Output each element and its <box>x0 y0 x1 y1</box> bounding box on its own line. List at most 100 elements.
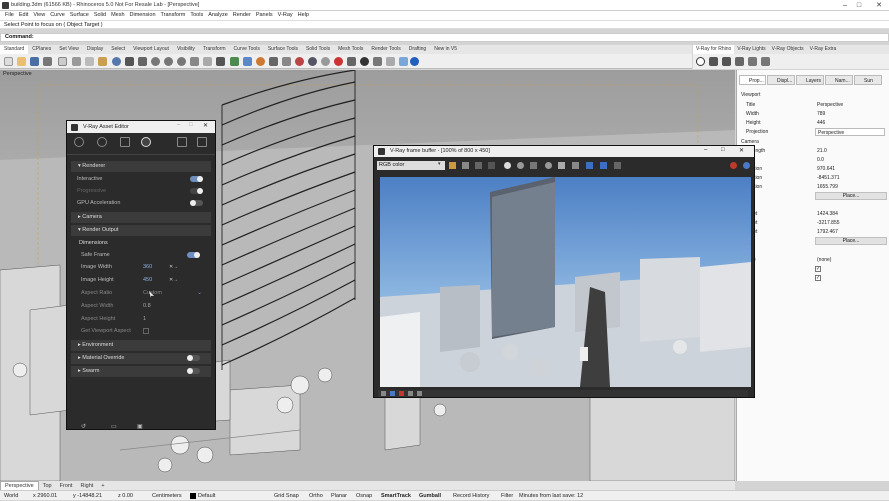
lock-icon[interactable] <box>282 57 291 66</box>
zoom-window-icon[interactable] <box>164 57 173 66</box>
track-mouse-icon[interactable] <box>600 162 607 169</box>
fb-tool-icon[interactable] <box>381 391 386 396</box>
menu-panels[interactable]: Panels <box>256 11 273 20</box>
vray-logo-icon[interactable] <box>696 57 705 66</box>
material-icon[interactable] <box>334 57 343 66</box>
tab-vray-extra[interactable]: V-Ray Extra <box>807 45 840 54</box>
display-mode-icon[interactable] <box>399 57 408 66</box>
zoom-icon[interactable] <box>151 57 160 66</box>
layer-icon[interactable] <box>230 57 239 66</box>
fb-tool-icon[interactable] <box>408 391 413 396</box>
show-checkbox[interactable]: ✓ <box>815 266 821 272</box>
render-interactive-icon[interactable] <box>177 137 187 147</box>
channel-dropdown[interactable]: RGB color <box>377 161 445 170</box>
geometry-icon[interactable] <box>120 137 130 147</box>
vray-frame-buffer-icon[interactable] <box>748 57 757 66</box>
tab-vray-objects[interactable]: V-Ray Objects <box>769 45 807 54</box>
menu-solid[interactable]: Solid <box>94 11 106 20</box>
channel-g-icon[interactable] <box>475 162 482 169</box>
open-settings-icon[interactable]: ▭ <box>111 423 117 430</box>
vray-asset-editor-icon[interactable] <box>709 57 718 66</box>
pan-icon[interactable] <box>558 162 565 169</box>
camera-place-button[interactable]: Place... <box>815 192 887 200</box>
tab-solid-tools[interactable]: Solid Tools <box>302 45 334 54</box>
print-icon[interactable] <box>43 57 52 66</box>
pan-icon[interactable] <box>125 57 134 66</box>
reset-icon[interactable]: ↺ <box>81 423 86 430</box>
render-region-icon[interactable] <box>586 162 593 169</box>
interactive-toggle[interactable] <box>190 176 203 182</box>
tab-cplanes[interactable]: CPlanes <box>28 45 55 54</box>
tab-named[interactable]: Nam... <box>825 75 853 85</box>
lights-icon[interactable] <box>97 137 107 147</box>
save-image-icon[interactable] <box>449 162 456 169</box>
light-icon[interactable] <box>347 57 356 66</box>
rotate-view-icon[interactable] <box>138 57 147 66</box>
prop-y-location-value[interactable]: -8451.371 <box>815 174 885 182</box>
menu-vray[interactable]: V-Ray <box>278 11 293 20</box>
menu-view[interactable]: View <box>33 11 45 20</box>
tab-standard[interactable]: Standard <box>0 45 29 54</box>
prop-height-value[interactable]: 446 <box>815 119 885 127</box>
help-icon[interactable] <box>410 57 419 66</box>
fb-maximize-button[interactable]: □ <box>721 147 725 153</box>
channel-r-icon[interactable] <box>462 162 469 169</box>
environment-section[interactable]: ▸ Environment <box>71 340 211 351</box>
prop-z-location-value[interactable]: 1655.799 <box>815 183 885 191</box>
menu-transform[interactable]: Transform <box>161 11 186 20</box>
menu-edit[interactable]: Edit <box>19 11 28 20</box>
prop-width-value[interactable]: 789 <box>815 110 885 118</box>
prop-title-value[interactable]: Perspective <box>815 101 885 109</box>
fb-close-button[interactable]: ✕ <box>739 147 744 154</box>
asset-minimize-button[interactable]: – <box>177 122 180 128</box>
chevron-down-icon[interactable]: ⌄ <box>197 289 202 296</box>
cut-icon[interactable] <box>72 57 81 66</box>
image-height-input[interactable]: 450 <box>143 277 152 283</box>
target-place-button[interactable]: Place... <box>815 237 887 245</box>
history-icon[interactable] <box>530 162 537 169</box>
gpu-acceleration-toggle[interactable] <box>190 200 203 206</box>
menu-file[interactable]: File <box>5 11 14 20</box>
tab-viewport-layout[interactable]: Viewport Layout <box>129 45 173 54</box>
prop-x-target-value[interactable]: 1424.384 <box>815 210 885 218</box>
compare-icon[interactable] <box>545 162 552 169</box>
tab-surface-tools[interactable]: Surface Tools <box>264 45 302 54</box>
menu-render[interactable]: Render <box>233 11 251 20</box>
tab-render-tools[interactable]: Render Tools <box>367 45 404 54</box>
tab-visibility[interactable]: Visibility <box>173 45 199 54</box>
materials-icon[interactable] <box>74 137 84 147</box>
prop-x-location-value[interactable]: 970.641 <box>815 165 885 173</box>
hide-icon[interactable] <box>269 57 278 66</box>
menu-analyze[interactable]: Analyze <box>208 11 228 20</box>
asset-maximize-button[interactable]: □ <box>189 122 193 128</box>
projection-dropdown[interactable]: Perspective <box>815 128 885 136</box>
gray-checkbox[interactable]: ✓ <box>815 275 821 281</box>
options-icon[interactable] <box>373 57 382 66</box>
tab-new-in-v5[interactable]: New in V5 <box>430 45 461 54</box>
vray-batch-render-icon[interactable] <box>761 57 770 66</box>
tab-display[interactable]: Displ... <box>767 75 795 85</box>
copy-icon[interactable] <box>85 57 94 66</box>
tab-vray-lights[interactable]: V-Ray Lights <box>734 45 768 54</box>
get-viewport-aspect-button[interactable] <box>143 328 149 334</box>
tab-select[interactable]: Select <box>107 45 129 54</box>
tab-set-view[interactable]: Set View <box>55 45 83 54</box>
tab-properties[interactable]: Prop... <box>739 75 766 85</box>
vray-render-icon[interactable] <box>722 57 731 66</box>
vray-interactive-icon[interactable] <box>735 57 744 66</box>
point-icon[interactable] <box>256 57 265 66</box>
tab-sun[interactable]: Sun <box>854 75 882 85</box>
close-button[interactable]: ✕ <box>873 0 885 11</box>
maximize-button[interactable]: □ <box>853 0 865 11</box>
progressive-toggle[interactable] <box>190 188 203 194</box>
prop-lens-value[interactable]: 21.0 <box>815 147 885 155</box>
fb-tool-icon[interactable] <box>390 391 395 396</box>
camera-section[interactable]: ▸ Camera <box>71 212 211 223</box>
save-icon[interactable] <box>30 57 39 66</box>
asset-close-button[interactable]: ✕ <box>203 122 208 129</box>
aspect-width-input[interactable]: 0.8 <box>143 303 151 309</box>
open-folder-icon[interactable] <box>17 57 26 66</box>
import-icon[interactable] <box>58 57 67 66</box>
tab-drafting[interactable]: Drafting <box>405 45 431 54</box>
swarm-toggle[interactable] <box>187 368 200 374</box>
